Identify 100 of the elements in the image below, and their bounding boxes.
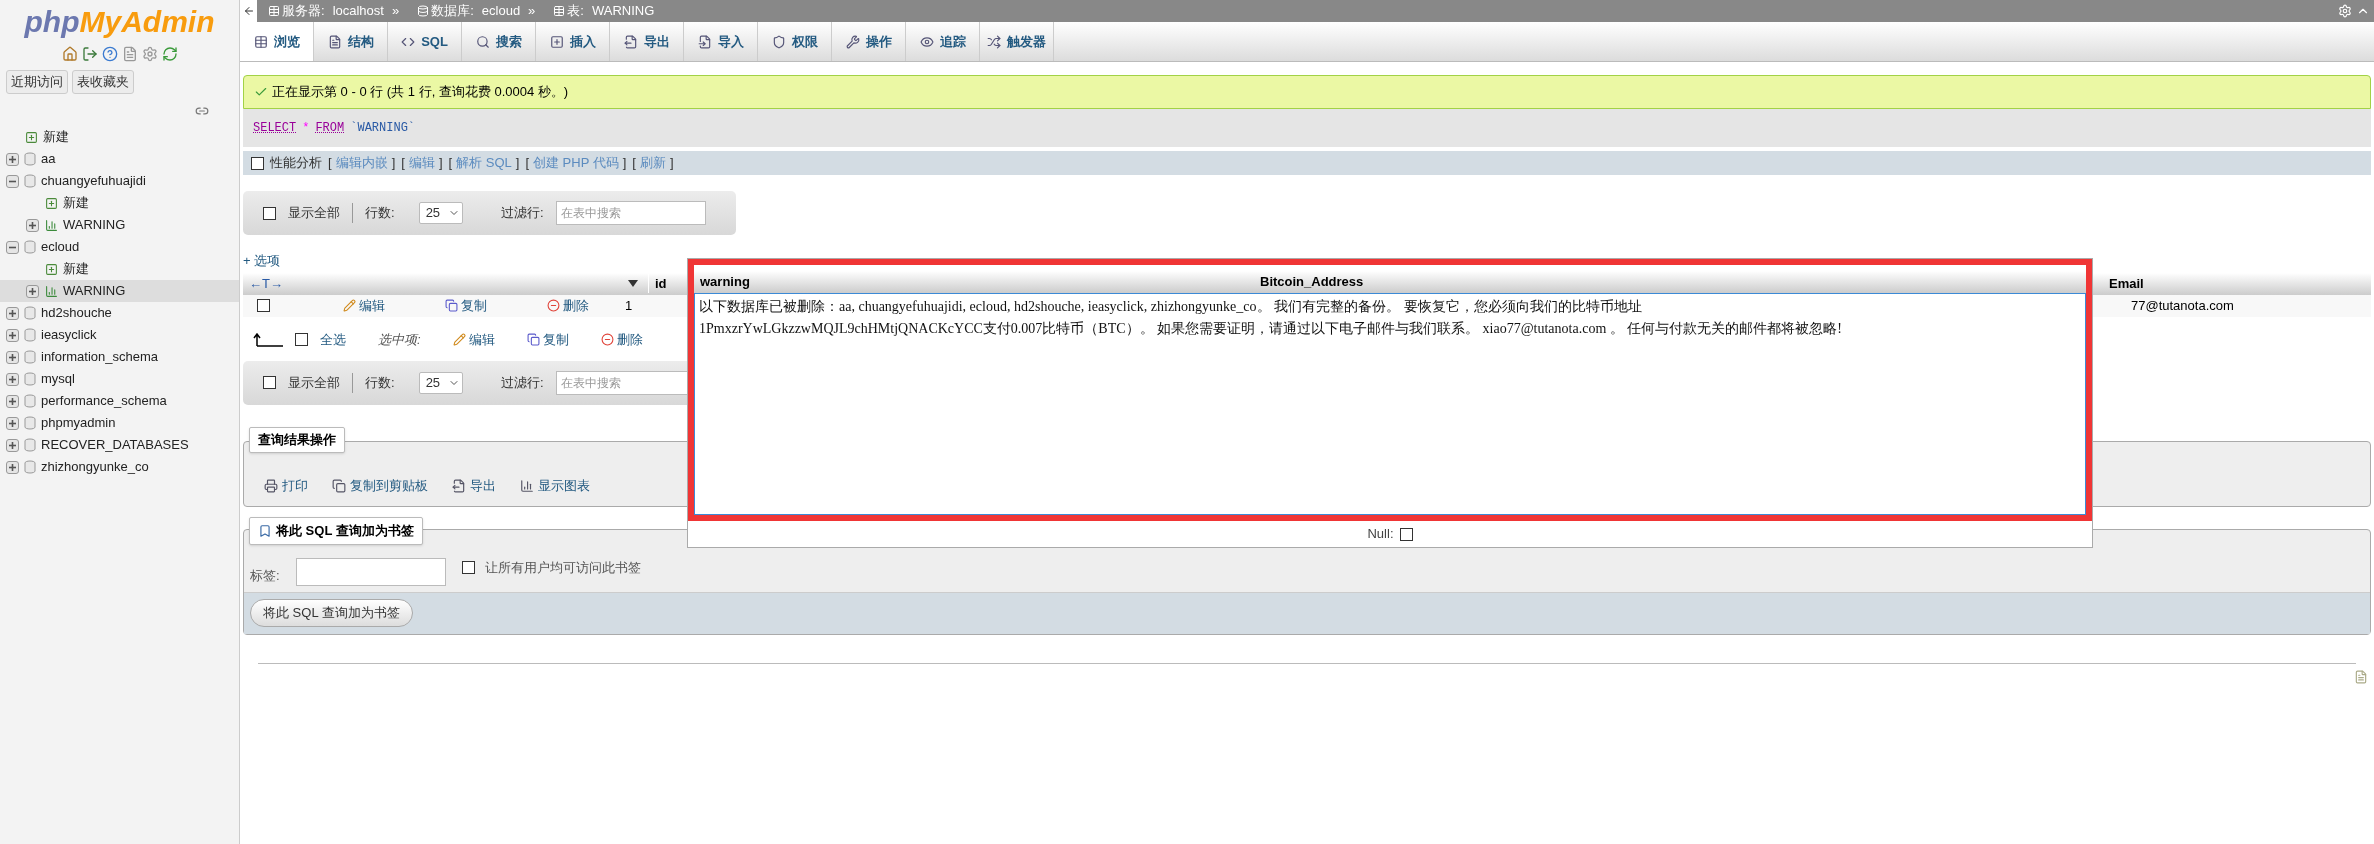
logout-icon[interactable] xyxy=(81,46,98,62)
checkbox[interactable] xyxy=(263,206,276,220)
bulk-action-button[interactable]: 删除 xyxy=(600,329,643,350)
query-ops-button[interactable]: 打印 xyxy=(264,476,308,496)
tab[interactable]: 浏览 xyxy=(240,22,314,61)
tab[interactable]: 结构 xyxy=(314,22,388,61)
tab-icon xyxy=(771,34,786,49)
logo: phpMyAdmin xyxy=(23,4,216,40)
options-link[interactable]: + 选项 xyxy=(243,251,281,271)
panel-legend: 查询结果操作 xyxy=(249,426,345,453)
tree-item[interactable]: hd2shouche xyxy=(0,302,239,324)
tree-label: RECOVER_DATABASES xyxy=(41,436,189,455)
tab[interactable]: 权限 xyxy=(758,22,832,61)
tree-item[interactable]: ecloud xyxy=(0,236,239,258)
tree-item[interactable]: zhizhongyunke_co xyxy=(0,456,239,478)
link-icon[interactable] xyxy=(195,104,209,118)
breadcrumb-link[interactable]: WARNING xyxy=(591,1,655,21)
expand-icon[interactable] xyxy=(26,284,39,298)
expand-icon[interactable] xyxy=(6,152,19,166)
document-icon[interactable] xyxy=(121,46,138,62)
tab-icon xyxy=(475,34,490,49)
expand-icon[interactable] xyxy=(6,328,19,342)
checkbox[interactable] xyxy=(295,333,308,346)
collapse-icon[interactable] xyxy=(6,174,19,188)
expand-icon[interactable] xyxy=(6,306,19,320)
expand-icon[interactable] xyxy=(6,438,19,452)
bookmark-icon xyxy=(258,523,272,538)
settings-icon[interactable] xyxy=(141,46,158,62)
tab[interactable]: 导出 xyxy=(610,22,684,61)
copy-icon xyxy=(445,299,458,312)
tree-item[interactable]: WARNING xyxy=(0,280,239,302)
tree-item[interactable]: WARNING xyxy=(0,214,239,236)
delete-link[interactable]: 删除 xyxy=(547,295,589,316)
tab-icon xyxy=(253,34,268,49)
bulk-action-button[interactable]: 编辑 xyxy=(452,329,495,350)
tab[interactable]: SQL xyxy=(388,22,462,61)
tree-item[interactable]: 新建 xyxy=(0,126,239,148)
back-arrow-icon[interactable] xyxy=(242,5,255,17)
tab[interactable]: 操作 xyxy=(832,22,906,61)
rows-select[interactable]: 25 xyxy=(418,371,464,394)
checkbox[interactable] xyxy=(251,156,264,170)
breadcrumb-link[interactable]: localhost xyxy=(332,1,384,21)
bookmark-submit-button[interactable]: 将此 SQL 查询加为书签 xyxy=(250,599,413,627)
expand-icon[interactable] xyxy=(26,218,39,232)
tree-item[interactable]: 新建 xyxy=(0,192,239,214)
tree-item[interactable]: information_schema xyxy=(0,346,239,368)
reload-icon[interactable] xyxy=(161,46,178,62)
column-header[interactable]: Email xyxy=(2101,273,2371,294)
select-all-link[interactable]: 全选 xyxy=(320,329,346,350)
sidebar-tab[interactable]: 表收藏夹 xyxy=(72,70,134,94)
edit-link[interactable]: 编辑 xyxy=(343,295,385,316)
tree-item[interactable]: mysql xyxy=(0,368,239,390)
help-icon[interactable] xyxy=(101,46,118,62)
collapse-icon[interactable] xyxy=(6,240,19,254)
breadcrumb-link[interactable]: ecloud xyxy=(481,1,521,21)
tree-label: aa xyxy=(41,150,56,169)
database-icon xyxy=(24,416,36,430)
expand-icon[interactable] xyxy=(6,372,19,386)
tree-item[interactable]: phpmyadmin xyxy=(0,412,239,434)
database-icon xyxy=(24,328,36,342)
query-ops-button[interactable]: 导出 xyxy=(452,476,496,496)
rows-select[interactable]: 25 xyxy=(418,202,464,224)
tab-icon xyxy=(919,34,934,49)
new-icon xyxy=(24,130,38,144)
sql-query: SELECT * FROM `WARNING` xyxy=(243,109,2371,147)
expand-icon[interactable] xyxy=(6,350,19,364)
bracket: ] xyxy=(515,154,520,173)
tab[interactable]: 触发器 xyxy=(980,22,1054,61)
tree-item[interactable]: RECOVER_DATABASES xyxy=(0,434,239,456)
query-ops-button[interactable]: 显示图表 xyxy=(520,476,590,496)
tree-item[interactable]: 新建 xyxy=(0,258,239,280)
value-textarea[interactable]: 以下数据库已被删除：aa, chuangyefuhuajidi, ecloud, hd2shouche, ieasyclick, zhizhongyunke_co。 我们有完整的备份。 要恢复它，您必须向我们的比特币地址 1PmxzrYwLGkzzwMQJL9chHMtjQNACKcYCC支付0.007比特币（BTC）。 如果您需要证明，请通过以下电子邮件与我们联系。 xiao77@tutanota.com 。 任何与付款无关的邮件都将被忽略! xyxy=(694,293,2086,515)
checkbox[interactable] xyxy=(461,560,475,574)
filter-field[interactable]: 在表中搜索 xyxy=(555,201,706,225)
home-icon[interactable] xyxy=(61,46,78,62)
tree-label: chuangyefuhuajidi xyxy=(41,172,146,191)
query-ops-button[interactable]: 复制到剪贴板 xyxy=(332,476,428,496)
database-icon xyxy=(24,394,36,408)
bookmark-name-field[interactable] xyxy=(295,557,446,586)
tab[interactable]: 追踪 xyxy=(906,22,980,61)
expand-icon[interactable] xyxy=(6,394,19,408)
copy-link[interactable]: 复制 xyxy=(445,295,487,316)
sidebar-tab[interactable]: 近期访问 xyxy=(6,70,68,94)
tree-item[interactable]: aa xyxy=(0,148,239,170)
tab[interactable]: 搜索 xyxy=(462,22,536,61)
checkbox[interactable] xyxy=(256,299,270,312)
tab[interactable]: 插入 xyxy=(536,22,610,61)
tree-item[interactable]: ieasyclick xyxy=(0,324,239,346)
tree-label: performance_schema xyxy=(41,392,167,411)
tree-item[interactable]: chuangyefuhuajidi xyxy=(0,170,239,192)
expand-icon[interactable] xyxy=(6,416,19,430)
checkbox[interactable] xyxy=(263,376,276,389)
bulk-action-button[interactable]: 复制 xyxy=(526,329,569,350)
dropdown-triangle-icon[interactable] xyxy=(627,280,638,287)
tab[interactable]: 导入 xyxy=(684,22,758,61)
pencil-icon xyxy=(452,333,466,346)
column-arrows-control[interactable]: ←T→ xyxy=(249,273,283,294)
tree-item[interactable]: performance_schema xyxy=(0,390,239,412)
checkbox[interactable] xyxy=(1399,527,1413,541)
expand-icon[interactable] xyxy=(6,460,19,474)
